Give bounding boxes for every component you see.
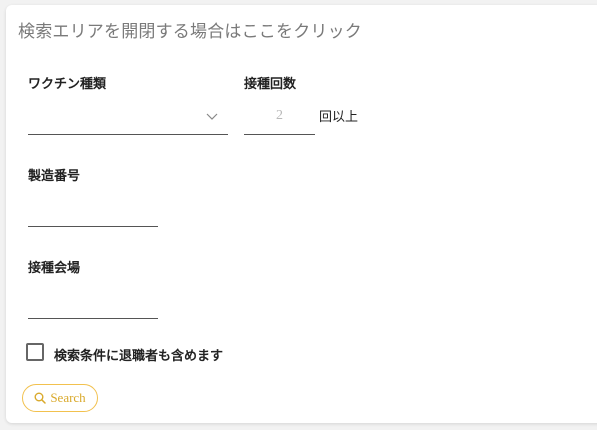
search-button-label: Search (50, 390, 86, 405)
include-retired-label[interactable]: 検索条件に退職者も含めます (54, 345, 223, 364)
vaccine-type-label: ワクチン種類 (28, 77, 107, 92)
search-icon (34, 392, 47, 404)
search-button[interactable]: Search (22, 384, 98, 412)
venue-input[interactable] (28, 295, 158, 319)
dose-count-label: 接種回数 (244, 77, 297, 92)
include-retired-checkbox[interactable] (26, 343, 44, 361)
venue-label: 接種会場 (28, 261, 81, 276)
vaccine-type-select[interactable] (28, 105, 228, 135)
lot-number-input[interactable] (28, 203, 158, 227)
dose-count-suffix: 回以上 (319, 110, 359, 125)
search-card: 検索エリアを開閉する場合はここをクリック ワクチン種類 接種回数 2 回以上 製… (6, 5, 597, 423)
dose-count-input[interactable]: 2 (244, 105, 315, 135)
lot-number-label: 製造番号 (28, 169, 81, 184)
chevron-down-icon (206, 113, 218, 120)
search-area-toggle[interactable]: 検索エリアを開閉する場合はここをクリック (18, 17, 362, 42)
